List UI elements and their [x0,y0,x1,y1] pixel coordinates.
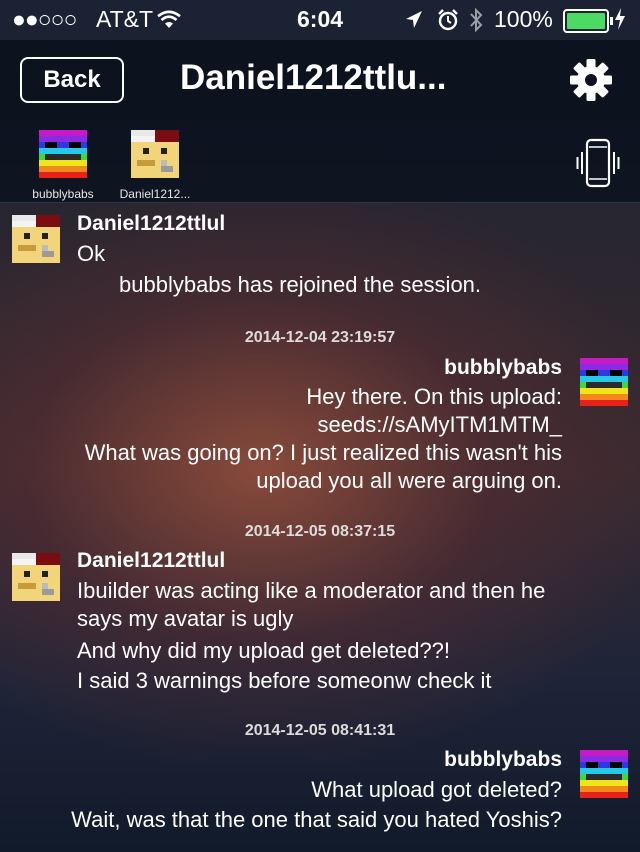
message-text: Ok [77,241,106,266]
vibrate-phone-icon[interactable] [576,138,620,188]
timestamp: 2014-12-05 08:37:15 [244,523,396,540]
timestamp: 2014-12-05 08:41:31 [244,722,396,739]
system-message: bubblybabs has rejoined the session. [119,272,482,297]
message-link[interactable]: seeds://sAMyITM1MTM_ [318,412,562,438]
alarm-icon [438,9,458,31]
timestamp: 2014-12-04 23:19:57 [244,329,396,346]
back-button[interactable]: Back [20,57,124,103]
message-text: And why did my upload get deleted??! [77,638,451,663]
santa-avatar [131,130,179,178]
sender-name: bubblybabs [444,356,562,379]
rainbow-avatar[interactable] [580,750,628,798]
page-title: Daniel1212ttlu... [180,58,447,97]
location-icon [406,11,422,28]
status-bar: ●●○○○ AT&T 6:04 100% [0,0,640,40]
message-text: Wait, was that the one that said you hat… [71,807,562,832]
santa-avatar[interactable] [12,553,60,601]
rainbow-avatar[interactable] [580,358,628,406]
participant-name: bubblybabs [32,187,94,201]
participants-bar: bubblybabs Daniel1212... [0,122,640,203]
battery-icon [563,9,613,33]
chat-log: Daniel1212ttlul Ok bubblybabs has rejoin… [0,203,640,852]
nav-bar: Back Daniel1212ttlu... [0,40,640,123]
message-text: Hey there. On this upload: [306,384,562,409]
battery-percent: 100% [494,6,553,32]
message-text: What upload got deleted? [311,777,562,802]
signal-strength: ●●○○○ [12,6,77,32]
message-text: I said 3 warnings before someonw check i… [77,668,492,693]
rainbow-avatar [39,130,87,178]
participant-daniel[interactable]: Daniel1212... [110,130,200,201]
participant-bubblybabs[interactable]: bubblybabs [18,130,108,201]
participant-name: Daniel1212... [119,187,191,201]
message-text: upload you all were arguing on. [256,468,562,493]
wifi-icon [157,10,181,28]
sender-name: Daniel1212ttlul [77,549,226,572]
carrier-name: AT&T [96,6,154,32]
sender-name: Daniel1212ttlul [77,212,226,235]
charging-icon [615,8,625,30]
sender-name: bubblybabs [444,748,562,771]
gear-icon[interactable] [568,57,614,103]
santa-avatar[interactable] [12,215,60,263]
clock: 6:04 [297,6,344,32]
message-text: What was going on? I just realized this … [84,440,562,465]
bluetooth-icon [470,7,483,33]
message-text: says my avatar is ugly [77,606,294,631]
message-text: Ibuilder was acting like a moderator and… [77,578,546,603]
